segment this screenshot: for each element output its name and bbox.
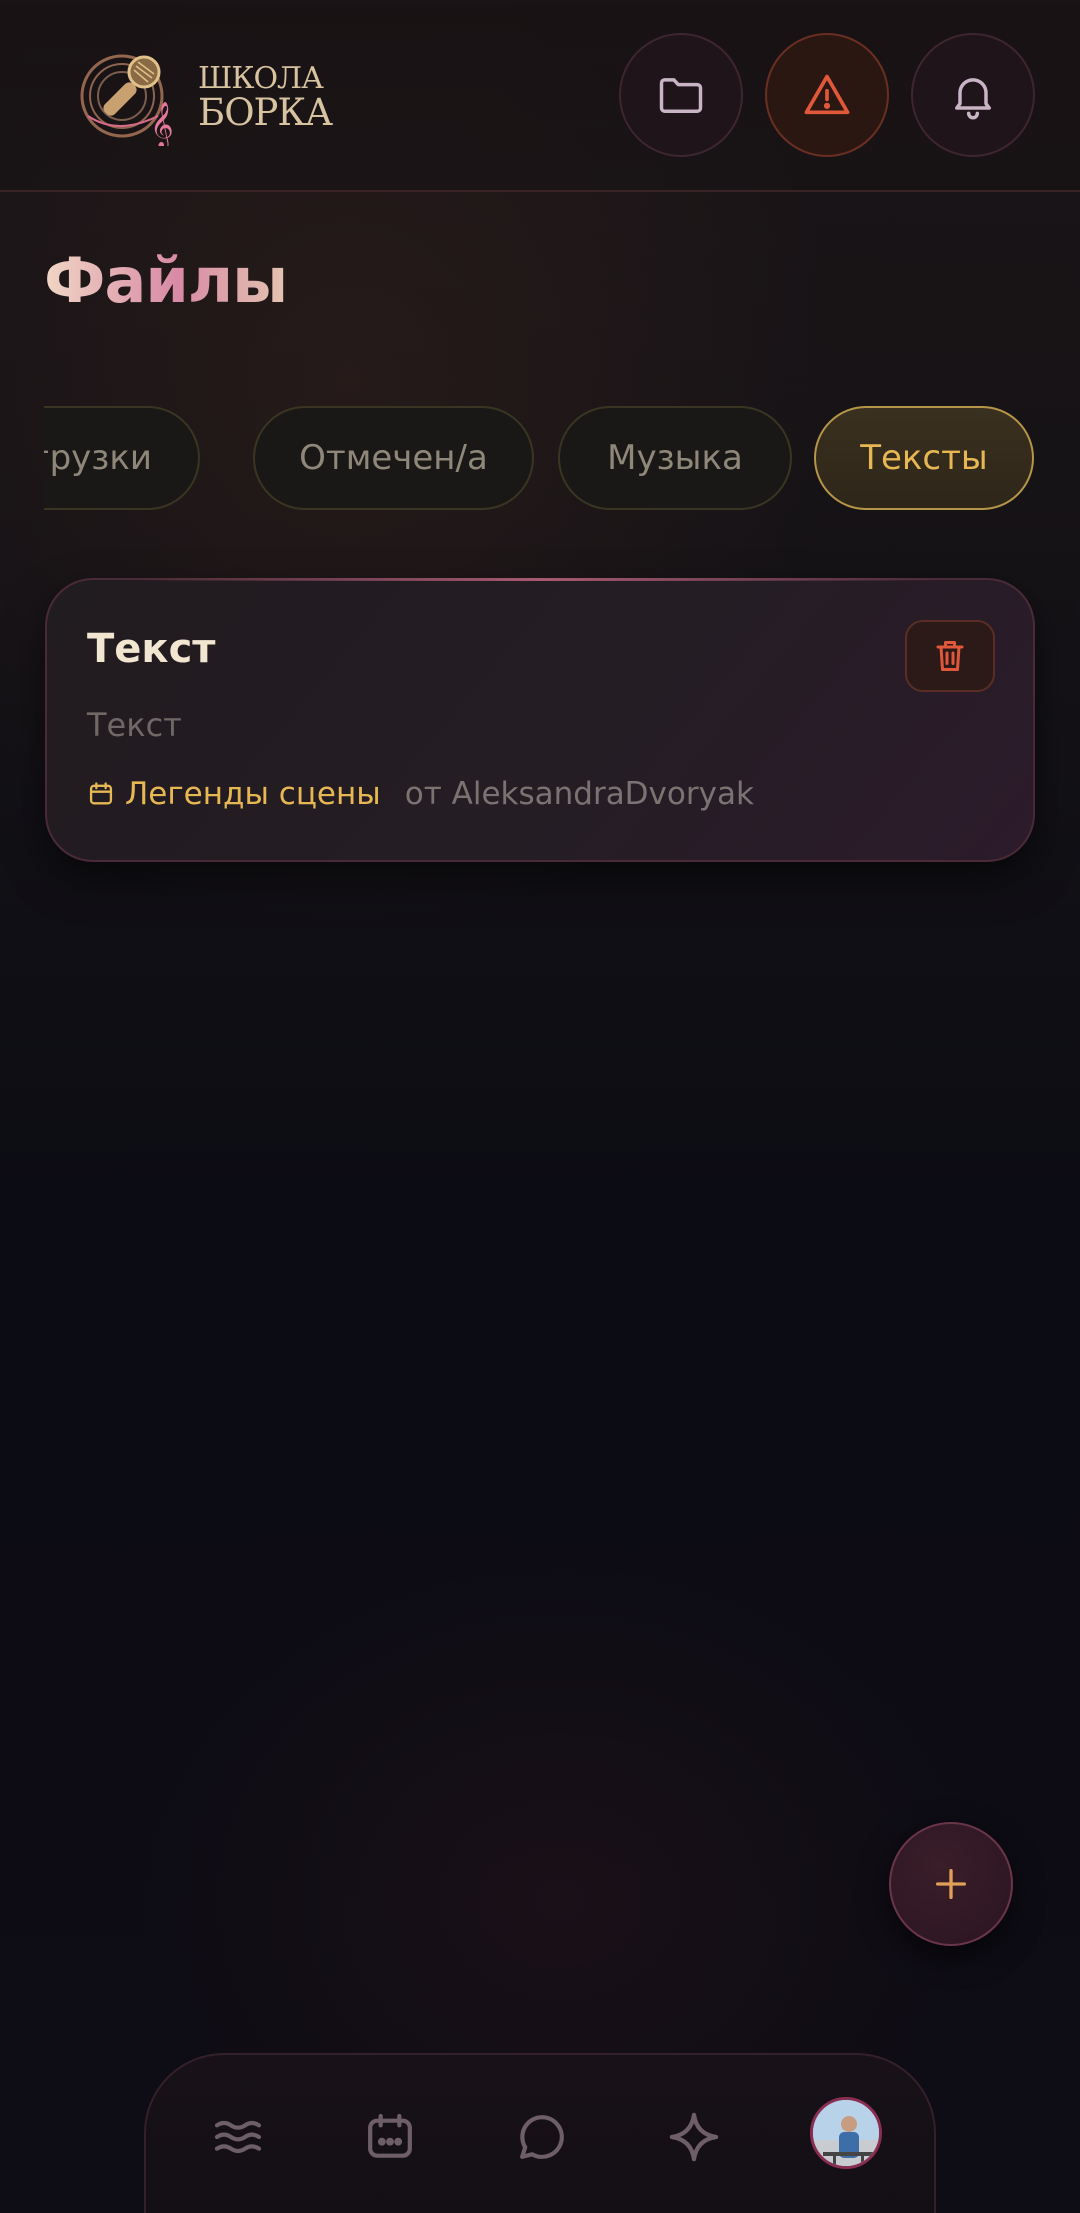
profile-avatar[interactable] bbox=[810, 2097, 882, 2169]
bottom-navigation bbox=[144, 2053, 936, 2213]
chip-texts[interactable]: Тексты bbox=[814, 406, 1034, 510]
file-card[interactable]: Текст Текст Легенды сцены от AleksandraD… bbox=[45, 578, 1035, 862]
chip-label: Тексты bbox=[860, 438, 988, 478]
waves-menu-icon bbox=[214, 2120, 262, 2154]
files-button[interactable] bbox=[619, 33, 743, 157]
add-file-button[interactable] bbox=[889, 1822, 1013, 1946]
alerts-button[interactable] bbox=[765, 33, 889, 157]
app-header: 𝄞 ШКОЛА БОРКА bbox=[0, 0, 1080, 192]
chip-marked[interactable]: Отмечен/а bbox=[253, 406, 534, 510]
folder-icon bbox=[659, 78, 703, 113]
svg-text:𝄞: 𝄞 bbox=[150, 102, 174, 146]
file-title: Текст bbox=[87, 626, 216, 672]
chip-label: Отмечен/а bbox=[299, 438, 488, 478]
plus-icon bbox=[936, 1869, 966, 1899]
sparkle-icon bbox=[669, 2112, 719, 2162]
nav-highlights[interactable] bbox=[664, 2107, 724, 2167]
file-author: от AleksandraDvoryak bbox=[404, 776, 754, 812]
file-event-link[interactable]: Легенды сцены bbox=[125, 776, 381, 812]
calendar-icon bbox=[89, 782, 113, 805]
chip-label: Музыка bbox=[607, 438, 743, 478]
logo-line-2: БОРКА bbox=[198, 91, 333, 134]
bell-icon bbox=[955, 78, 991, 120]
microphone-logo-icon: 𝄞 bbox=[80, 54, 174, 146]
nav-calendar[interactable] bbox=[360, 2107, 420, 2167]
logo-line-1: ШКОЛА bbox=[198, 61, 324, 96]
delete-file-button[interactable] bbox=[905, 620, 995, 692]
page-title: Файлы bbox=[44, 244, 288, 317]
trash-icon bbox=[936, 641, 964, 671]
logo-text: ШКОЛА БОРКА bbox=[198, 61, 333, 134]
chip-downloads[interactable]: Загрузки bbox=[44, 406, 200, 510]
chip-label: Загрузки bbox=[44, 438, 152, 478]
file-description: Текст bbox=[87, 706, 182, 744]
filter-chips-scroller[interactable]: Загрузки Отмечен/а Музыка Тексты bbox=[44, 404, 1036, 512]
notifications-button[interactable] bbox=[911, 33, 1035, 157]
warning-triangle-icon bbox=[804, 74, 850, 115]
school-logo[interactable]: 𝄞 ШКОЛА БОРКА bbox=[78, 46, 338, 146]
file-meta: Легенды сцены от AleksandraDvoryak bbox=[87, 776, 754, 812]
chip-music[interactable]: Музыка bbox=[558, 406, 792, 510]
chat-bubble-icon bbox=[520, 2115, 564, 2159]
calendar-icon bbox=[368, 2113, 412, 2158]
avatar-photo bbox=[813, 2100, 879, 2166]
nav-feed[interactable] bbox=[208, 2107, 268, 2167]
nav-chat[interactable] bbox=[512, 2107, 572, 2167]
